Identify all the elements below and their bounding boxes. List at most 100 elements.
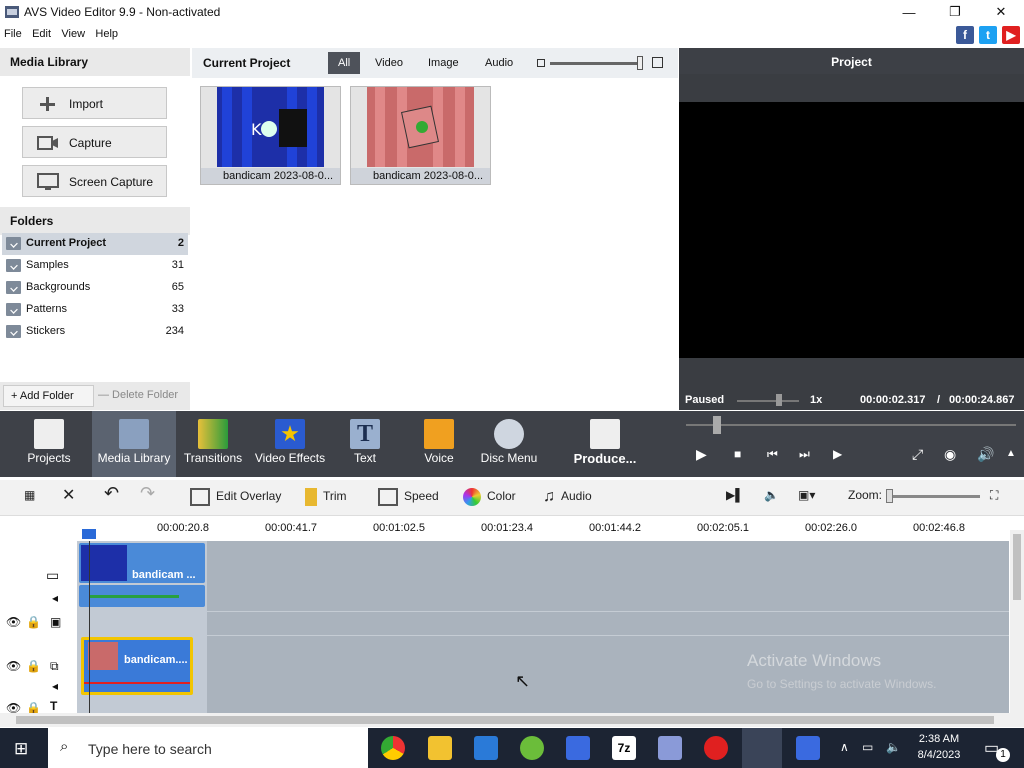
audio-waveform[interactable] [79, 585, 205, 607]
playhead-marker[interactable] [82, 529, 96, 539]
edit-overlay-button[interactable]: Edit Overlay [190, 488, 281, 506]
timeline-tracks-area[interactable]: bandicam ... bandicam.... Activate Windo… [77, 541, 1009, 713]
clock-date[interactable]: 8/4/2023 [913, 749, 965, 761]
filter-all-tab[interactable]: All [328, 52, 361, 74]
capture-button[interactable]: Capture [22, 126, 167, 158]
zoom-slider[interactable] [888, 495, 980, 498]
filter-audio-tab[interactable]: Audio [475, 52, 523, 74]
folder-samples[interactable]: Samples 31 [2, 255, 188, 277]
audio-button[interactable]: ♫ Audio [543, 488, 592, 506]
media-library-button[interactable]: Media Library [92, 411, 176, 477]
delete-icon[interactable]: ✕ [62, 485, 75, 505]
video-effects-button[interactable]: ★ Video Effects [252, 411, 328, 477]
filter-video-tab[interactable]: Video [365, 52, 413, 74]
storyboard-toggle-icon[interactable]: ▦ [24, 488, 35, 502]
microsoft-store-icon[interactable] [474, 736, 498, 760]
thumb-size-slider[interactable] [550, 62, 642, 65]
transitions-button[interactable]: Transitions [176, 411, 250, 477]
projects-button[interactable]: Projects [8, 411, 90, 477]
close-icon[interactable]: ✕ [978, 0, 1024, 24]
color-button[interactable]: Color [463, 488, 516, 506]
video-clip[interactable]: bandicam ... [79, 543, 205, 583]
menu-file[interactable]: File [0, 24, 25, 40]
chrome-icon[interactable] [381, 736, 405, 760]
eye-icon[interactable]: 👁 [6, 615, 21, 629]
play-icon[interactable]: ▶ [696, 446, 707, 463]
maximize-icon[interactable]: ❐ [932, 0, 978, 24]
scrollbar-thumb[interactable] [16, 716, 994, 724]
network-icon[interactable]: ▭ [862, 740, 873, 754]
timeline-horizontal-scrollbar[interactable] [0, 713, 1024, 727]
menu-help[interactable]: Help [91, 24, 121, 40]
import-button[interactable]: Import [22, 87, 167, 119]
timeline-vertical-scrollbar[interactable] [1010, 530, 1024, 713]
folder-patterns[interactable]: Patterns 33 [2, 299, 188, 321]
twitter-icon[interactable]: t [979, 26, 997, 44]
show-hidden-icons[interactable]: ∧ [840, 740, 849, 754]
audio-mute-icon[interactable]: ◂ [52, 591, 58, 605]
play-selection-icon[interactable]: ▶ [833, 447, 842, 461]
app-icon-a[interactable] [658, 736, 682, 760]
zoom-slider-handle[interactable] [886, 489, 893, 503]
lock-icon[interactable]: 🔒 [26, 615, 41, 629]
video-app-icon[interactable] [566, 736, 590, 760]
lock-icon[interactable]: 🔒 [26, 659, 41, 673]
next-frame-icon[interactable]: ⏭ [799, 447, 810, 462]
text-button[interactable]: T Text [336, 411, 394, 477]
fullscreen-icon[interactable]: ⤢ [912, 446, 923, 463]
aspect-ratio-icon[interactable]: ▣▾ [798, 488, 815, 502]
thumb-size-slider-handle[interactable] [637, 56, 643, 70]
eye-icon[interactable]: 👁 [6, 659, 21, 673]
filter-image-tab[interactable]: Image [418, 52, 469, 74]
voice-button[interactable]: Voice [410, 411, 468, 477]
menu-view[interactable]: View [57, 24, 88, 40]
seek-bar-handle[interactable] [713, 416, 721, 434]
clock-time[interactable]: 2:38 AM [913, 733, 965, 745]
record-icon[interactable] [704, 736, 728, 760]
scrollbar-thumb[interactable] [1013, 534, 1021, 600]
audio-mixer-icon[interactable]: 🔈 [764, 488, 779, 502]
preview-screen[interactable] [679, 102, 1024, 358]
timeline-ruler[interactable]: 00:00:20.8 00:00:41.7 00:01:02.5 00:01:2… [0, 517, 1024, 541]
7zip-icon[interactable]: 7z [612, 736, 636, 760]
add-folder-button[interactable]: + Add Folder [3, 385, 94, 407]
split-icon[interactable]: ▶▌ [726, 488, 744, 502]
volume-dropdown-icon[interactable]: ▲ [1006, 448, 1016, 459]
produce-button[interactable]: Produce... [566, 411, 644, 477]
folder-backgrounds[interactable]: Backgrounds 65 [2, 277, 188, 299]
folder-stickers[interactable]: Stickers 234 [2, 321, 188, 343]
taskbar-search-box[interactable]: ⌕ Type here to search [48, 728, 368, 768]
screen-capture-button[interactable]: Screen Capture [22, 165, 167, 197]
fit-timeline-icon[interactable]: ⛶ [990, 488, 998, 503]
media-file-thumbnail[interactable]: K bandicam 2023-08-0... [200, 86, 341, 185]
seek-bar[interactable] [686, 424, 1016, 426]
large-thumbs-icon[interactable] [652, 57, 663, 68]
media-file-thumbnail[interactable]: bandicam 2023-08-0... [350, 86, 491, 185]
audio-mute-icon[interactable]: ◂ [52, 679, 58, 693]
speaker-icon[interactable]: 🔈 [886, 740, 901, 754]
app-icon-green[interactable] [520, 736, 544, 760]
redo-icon[interactable]: ↷ [140, 483, 155, 504]
speed-slider[interactable] [737, 400, 799, 402]
trim-button[interactable]: Trim [305, 488, 347, 506]
minimize-icon[interactable]: — [886, 0, 932, 24]
youtube-icon[interactable]: ▶ [1002, 26, 1020, 44]
avs-editor-taskbar-button[interactable] [742, 728, 782, 768]
stop-icon[interactable]: ■ [734, 447, 741, 461]
speed-slider-handle[interactable] [776, 394, 782, 406]
overlay-clip[interactable]: bandicam.... [81, 637, 193, 695]
menu-edit[interactable]: Edit [28, 24, 54, 40]
previous-frame-icon[interactable]: ⏮ [767, 447, 778, 462]
movie-app-icon[interactable] [796, 736, 820, 760]
delete-folder-button[interactable]: — Delete Folder [98, 389, 178, 401]
disc-menu-button[interactable]: Disc Menu [478, 411, 540, 477]
small-thumbs-icon[interactable] [537, 59, 545, 67]
volume-icon[interactable]: 🔊 [977, 446, 994, 463]
facebook-icon[interactable]: f [956, 26, 974, 44]
speed-button[interactable]: Speed [378, 488, 439, 506]
folder-current-project[interactable]: Current Project 2 [2, 233, 188, 255]
file-explorer-icon[interactable] [428, 736, 452, 760]
snapshot-icon[interactable]: ◉ [944, 446, 956, 463]
windows-start-icon[interactable]: ⊞ [14, 739, 28, 759]
undo-icon[interactable]: ↶ [104, 483, 119, 504]
